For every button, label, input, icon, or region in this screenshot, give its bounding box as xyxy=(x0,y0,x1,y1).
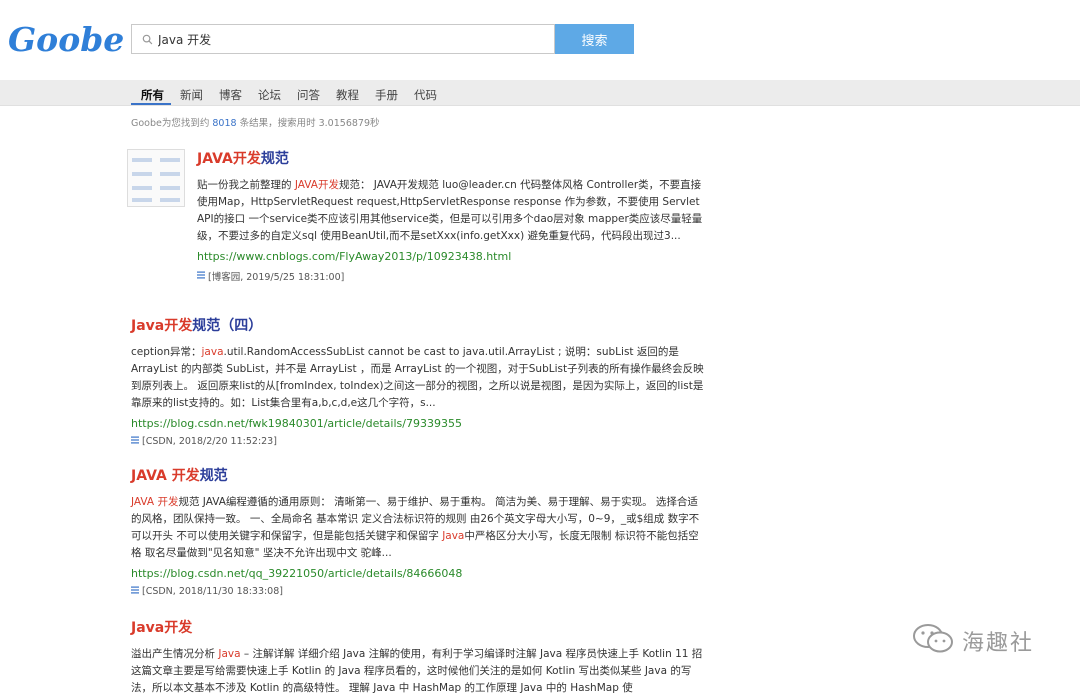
tab-forum[interactable]: 论坛 xyxy=(258,87,281,103)
result-url[interactable]: https://blog.csdn.net/qq_39221050/articl… xyxy=(131,567,706,581)
active-tab-underline xyxy=(131,103,171,105)
result-snippet: JAVA 开发规范 JAVA编程遵循的通用原则： 清晰第一、易于维护、易于重构。… xyxy=(131,494,706,562)
result-meta: [CSDN, 2018/11/30 18:33:08] xyxy=(131,586,706,597)
tab-qa[interactable]: 问答 xyxy=(297,87,320,103)
title-highlight: JAVA 开发 xyxy=(131,468,200,484)
tab-tutorial[interactable]: 教程 xyxy=(336,87,359,103)
title-highlight: Java开发 xyxy=(131,620,193,636)
result-title-link[interactable]: JAVA 开发规范 xyxy=(131,467,706,485)
title-highlight: JAVA开发 xyxy=(197,151,261,167)
list-icon xyxy=(131,586,140,597)
tab-code[interactable]: 代码 xyxy=(414,87,437,103)
snippet-highlight: Java xyxy=(218,648,241,660)
title-highlight: Java开发 xyxy=(131,318,193,334)
result-snippet: ception异常：java.util.RandomAccessSubList … xyxy=(131,344,706,412)
list-icon xyxy=(131,436,140,447)
meta-text: [CSDN, 2018/2/20 11:52:23] xyxy=(142,436,277,447)
search-icon xyxy=(136,25,158,53)
title-text: 规范 xyxy=(199,468,228,484)
search-result: Java开发规范（四） ception异常：java.util.RandomAc… xyxy=(131,317,706,447)
wechat-icon xyxy=(912,622,956,660)
result-title-link[interactable]: JAVA开发规范 xyxy=(197,150,707,168)
search-button[interactable]: 搜索 xyxy=(555,24,634,54)
snippet-highlight: JAVA 开发 xyxy=(131,496,179,508)
watermark: 海趣社 xyxy=(912,622,1034,660)
search-input[interactable] xyxy=(158,26,538,52)
snippet-text: ception异常： xyxy=(131,346,202,358)
result-stats: Goobe为您找到约 8018 条结果，搜索用时 3.0156879秒 xyxy=(131,115,380,129)
result-thumbnail[interactable] xyxy=(127,149,185,207)
search-result: JAVA开发规范 贴一份我之前整理的 JAVA开发规范： JAVA开发规范 lu… xyxy=(197,150,707,283)
meta-text: [博客园, 2019/5/25 18:31:00] xyxy=(208,272,345,283)
header: Goobe 搜索 xyxy=(0,0,1080,80)
title-text: 规范（四） xyxy=(192,318,263,334)
result-meta: [博客园, 2019/5/25 18:31:00] xyxy=(197,269,707,283)
stats-suffix: 条结果，搜索用时 3.0156879秒 xyxy=(236,118,380,129)
result-title-link[interactable]: Java开发 xyxy=(131,619,706,637)
tab-manual[interactable]: 手册 xyxy=(375,87,398,103)
result-url[interactable]: https://www.cnblogs.com/FlyAway2013/p/10… xyxy=(197,250,707,264)
stats-prefix: Goobe为您找到约 xyxy=(131,118,213,129)
watermark-text: 海趣社 xyxy=(962,631,1035,656)
result-meta: [CSDN, 2018/2/20 11:52:23] xyxy=(131,436,706,447)
goobe-logo[interactable]: Goobe xyxy=(8,20,124,59)
tab-all[interactable]: 所有 xyxy=(141,87,164,103)
snippet-text: 溢出产生情况分析 xyxy=(131,648,219,660)
result-snippet: 贴一份我之前整理的 JAVA开发规范： JAVA开发规范 luo@leader.… xyxy=(197,177,707,245)
result-snippet: 溢出产生情况分析 Java – 注解详解 详细介绍 Java 注解的使用，有利于… xyxy=(131,646,706,697)
search-result: Java开发 溢出产生情况分析 Java – 注解详解 详细介绍 Java 注解… xyxy=(131,619,706,697)
meta-text: [CSDN, 2018/11/30 18:33:08] xyxy=(142,586,283,597)
list-icon xyxy=(197,271,206,282)
title-text: 规范 xyxy=(260,151,289,167)
result-count: 8018 xyxy=(212,118,237,129)
snippet-highlight: JAVA开发 xyxy=(294,179,339,191)
search-result: JAVA 开发规范 JAVA 开发规范 JAVA编程遵循的通用原则： 清晰第一、… xyxy=(131,467,706,597)
result-url[interactable]: https://blog.csdn.net/fwk19840301/articl… xyxy=(131,417,706,431)
search-box[interactable] xyxy=(131,24,555,54)
result-title-link[interactable]: Java开发规范（四） xyxy=(131,317,706,335)
tab-news[interactable]: 新闻 xyxy=(180,87,203,103)
snippet-text: 贴一份我之前整理的 xyxy=(197,179,295,191)
tab-blog[interactable]: 博客 xyxy=(219,87,242,103)
snippet-highlight: Java xyxy=(442,530,465,542)
snippet-highlight: java xyxy=(201,346,224,358)
